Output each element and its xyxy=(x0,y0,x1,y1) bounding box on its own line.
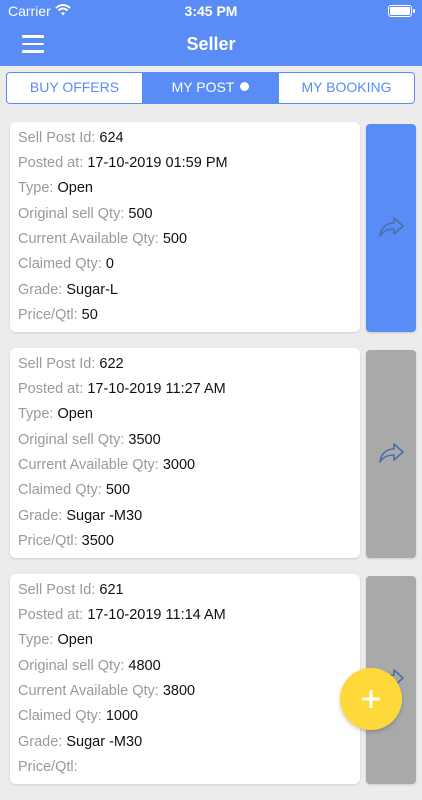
post-field-price: Price/Qtl: 50 xyxy=(18,307,98,323)
post-field-posted: Posted at: 17-10-2019 11:14 AM xyxy=(18,607,226,623)
field-label: Sell Post Id: xyxy=(18,130,96,146)
field-value: 3500 xyxy=(81,533,114,549)
field-value: Sugar -M30 xyxy=(66,508,143,524)
field-value: 500 xyxy=(128,206,153,222)
post-field-claimed: Claimed Qty: 1000 xyxy=(18,708,138,724)
field-value: 0 xyxy=(105,256,114,272)
add-post-button[interactable] xyxy=(340,668,402,730)
field-value: 3800 xyxy=(162,683,196,699)
post-field-claimed: Claimed Qty: 500 xyxy=(18,482,130,498)
field-label: Type: xyxy=(18,406,54,422)
field-value: 17-10-2019 11:14 AM xyxy=(87,607,226,623)
status-bar: Carrier 3:45 PM xyxy=(0,0,422,22)
post-field-type: Type: Open xyxy=(18,180,93,196)
nav-bar: Seller xyxy=(0,22,422,66)
post-field-id: Sell Post Id: 622 xyxy=(18,356,124,372)
field-value: 621 xyxy=(99,582,124,598)
post-card[interactable]: Sell Post Id: 622 Posted at: 17-10-2019 1… xyxy=(10,348,360,558)
field-value: 1000 xyxy=(105,708,139,724)
post-card[interactable]: Sell Post Id: 624 Posted at: 17-10-2019 0… xyxy=(10,122,360,332)
tab-label: BUY OFFERS xyxy=(29,79,120,95)
field-value: 4800 xyxy=(128,658,161,674)
field-value: 500 xyxy=(162,231,188,247)
field-label: Original sell Qty: xyxy=(18,432,125,448)
field-label: Posted at: xyxy=(18,155,84,171)
post-field-claimed: Claimed Qty: 0 xyxy=(18,256,114,272)
plus-icon xyxy=(362,690,380,708)
field-value: 622 xyxy=(99,356,124,372)
tab-label: MY POST xyxy=(171,79,235,95)
field-value: Sugar -M30 xyxy=(66,734,143,750)
field-value: 3500 xyxy=(128,432,161,448)
field-label: Posted at: xyxy=(18,607,84,623)
post-field-type: Type: Open xyxy=(18,406,93,422)
field-label: Type: xyxy=(18,632,54,648)
share-post-button[interactable] xyxy=(366,350,416,558)
tab-label: MY BOOKING xyxy=(301,79,392,95)
post-field-id: Sell Post Id: 624 xyxy=(18,130,124,146)
tab-buy-offers[interactable]: BUY OFFERS xyxy=(7,73,143,103)
field-label: Grade: xyxy=(18,282,63,298)
post-field-grade: Grade: Sugar -M30 xyxy=(18,734,142,750)
field-label: Original sell Qty: xyxy=(18,206,125,222)
field-label: Current Available Qty: xyxy=(18,231,159,247)
post-item: Sell Post Id: 624 Posted at: 17-10-2019 0… xyxy=(0,122,422,336)
post-field-type: Type: Open xyxy=(18,632,93,648)
field-label: Sell Post Id: xyxy=(18,356,96,372)
field-label: Current Available Qty: xyxy=(18,457,159,473)
field-value: Open xyxy=(57,406,93,422)
field-value: 17-10-2019 11:27 AM xyxy=(87,381,226,397)
share-arrow-icon xyxy=(379,217,404,237)
post-field-orig: Original sell Qty: 4800 xyxy=(18,658,161,674)
post-field-grade: Grade: Sugar-L xyxy=(18,282,118,298)
field-label: Type: xyxy=(18,180,54,196)
post-field-avail: Current Available Qty: 500 xyxy=(18,231,187,247)
field-value: 3000 xyxy=(162,457,196,473)
battery-icon xyxy=(388,5,415,17)
field-label: Price/Qtl: xyxy=(18,307,78,323)
share-post-button[interactable] xyxy=(366,124,416,332)
field-label: Posted at: xyxy=(18,381,84,397)
post-field-avail: Current Available Qty: 3000 xyxy=(18,457,195,473)
share-arrow-icon xyxy=(379,443,404,463)
field-label: Current Available Qty: xyxy=(18,683,159,699)
field-value: Sugar-L xyxy=(66,282,118,298)
post-field-grade: Grade: Sugar -M30 xyxy=(18,508,142,524)
post-field-price: Price/Qtl: 3500 xyxy=(18,533,114,549)
post-field-id: Sell Post Id: 621 xyxy=(18,582,124,598)
page-title: Seller xyxy=(186,34,236,54)
field-value: 500 xyxy=(105,482,131,498)
field-label: Original sell Qty: xyxy=(18,658,125,674)
post-field-posted: Posted at: 17-10-2019 11:27 AM xyxy=(18,381,226,397)
post-field-avail: Current Available Qty: 3800 xyxy=(18,683,195,699)
post-item: Sell Post Id: 622 Posted at: 17-10-2019 1… xyxy=(0,348,422,562)
field-value: 624 xyxy=(99,130,124,146)
status-time: 3:45 PM xyxy=(184,3,238,19)
post-field-posted: Posted at: 17-10-2019 01:59 PM xyxy=(18,155,228,171)
active-dot-icon xyxy=(240,82,250,91)
field-value: 50 xyxy=(81,307,98,323)
post-field-orig: Original sell Qty: 3500 xyxy=(18,432,161,448)
field-label: Claimed Qty: xyxy=(18,482,102,498)
tab-my-post[interactable]: MY POST xyxy=(143,73,279,103)
field-label: Price/Qtl: xyxy=(18,533,78,549)
segment-tabs: BUY OFFERS MY POST MY BOOKING xyxy=(6,72,415,104)
field-label: Grade: xyxy=(18,508,63,524)
field-value: 17-10-2019 01:59 PM xyxy=(87,155,228,171)
post-card[interactable]: Sell Post Id: 621 Posted at: 17-10-2019 1… xyxy=(10,574,360,784)
field-label: Price/Qtl: xyxy=(18,759,78,775)
post-field-orig: Original sell Qty: 500 xyxy=(18,206,153,222)
field-label: Grade: xyxy=(18,734,63,750)
field-label: Claimed Qty: xyxy=(18,256,102,272)
field-value: Open xyxy=(57,632,93,648)
tab-my-booking[interactable]: MY BOOKING xyxy=(279,73,414,103)
post-field-price: Price/Qtl: xyxy=(18,759,78,775)
field-label: Claimed Qty: xyxy=(18,708,102,724)
field-value: Open xyxy=(57,180,93,196)
field-label: Sell Post Id: xyxy=(18,582,96,598)
